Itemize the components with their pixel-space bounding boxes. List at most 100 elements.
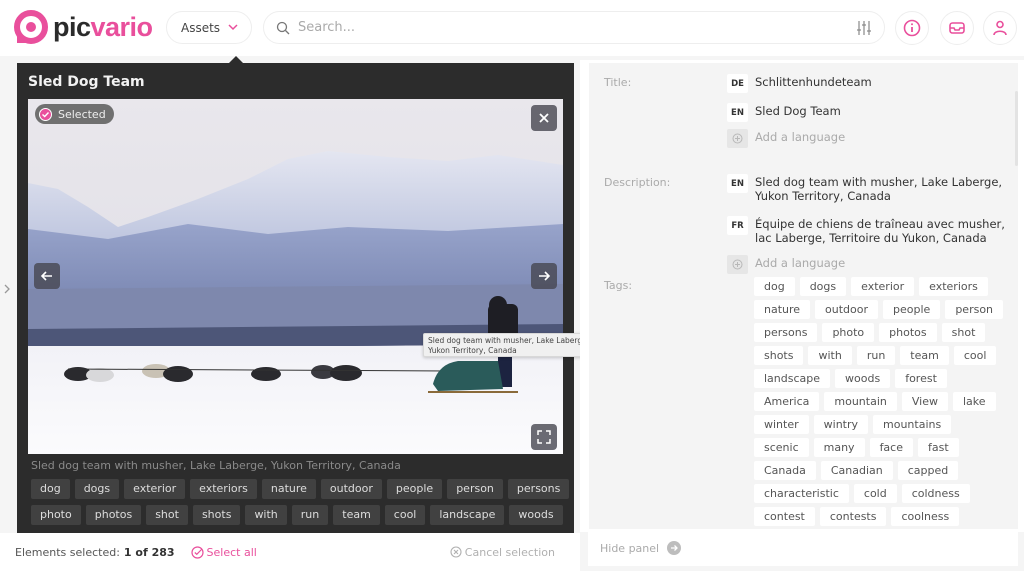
description-add-language[interactable]: Add a language — [727, 255, 845, 274]
add-language-label[interactable]: Add a language — [755, 256, 845, 270]
caption-tooltip: Sled dog team with musher, Lake Laberge,… — [423, 333, 597, 357]
add-language-button[interactable] — [727, 129, 748, 148]
language-badge: DE — [727, 74, 748, 93]
tag[interactable]: shot — [941, 323, 986, 342]
tag[interactable]: dog — [754, 277, 795, 296]
next-button[interactable] — [531, 263, 557, 289]
tag[interactable]: woods — [835, 369, 891, 388]
tag[interactable]: coldness — [901, 484, 970, 503]
search-input[interactable] — [298, 20, 838, 35]
tag[interactable]: run — [291, 505, 329, 525]
cancel-selection-label: Cancel selection — [464, 545, 555, 559]
tag-row: dog dogs exterior exteriors — [754, 277, 994, 296]
logo[interactable]: picvario — [14, 10, 153, 44]
tag[interactable]: dog — [31, 479, 70, 499]
description-value[interactable]: Équipe de chiens de traîneau avec musher… — [755, 217, 1005, 245]
add-language-label[interactable]: Add a language — [755, 130, 845, 144]
description-row-fr[interactable]: FR Équipe de chiens de traîneau avec mus… — [727, 216, 1005, 245]
description-row-en[interactable]: EN Sled dog team with musher, Lake Laber… — [727, 174, 1002, 203]
tag[interactable]: nature — [261, 479, 316, 499]
asset-title: Sled Dog Team — [28, 74, 145, 90]
tag[interactable]: photos — [879, 323, 937, 342]
tag[interactable]: shots — [192, 505, 241, 525]
tag[interactable]: outdoor — [320, 479, 382, 499]
tag[interactable]: many — [813, 438, 865, 457]
tag[interactable]: photo — [31, 505, 81, 525]
tag[interactable]: photos — [85, 505, 142, 525]
tag[interactable]: characteristic — [754, 484, 849, 503]
info-button[interactable] — [895, 11, 929, 45]
elements-selected-label: Elements selected: — [15, 545, 120, 559]
select-all-button[interactable]: Select all — [190, 546, 257, 559]
cancel-selection-button[interactable]: Cancel selection — [450, 546, 555, 559]
tag[interactable]: shots — [754, 346, 804, 365]
panel-scrollbar[interactable] — [1015, 91, 1018, 166]
tag[interactable]: Canada — [754, 461, 816, 480]
title-value[interactable]: Schlittenhundeteam — [755, 75, 872, 89]
tag[interactable]: contests — [819, 507, 887, 526]
tag[interactable]: Canadian — [820, 461, 893, 480]
assets-dropdown[interactable]: Assets — [166, 11, 252, 44]
tag[interactable]: scenic — [754, 438, 809, 457]
inbox-button[interactable] — [940, 11, 974, 45]
tag[interactable]: exteriors — [190, 479, 257, 499]
tag[interactable]: exterior — [124, 479, 186, 499]
tag[interactable]: wintry — [813, 415, 869, 434]
tag[interactable]: winter — [754, 415, 809, 434]
tag[interactable]: team — [900, 346, 949, 365]
description-value[interactable]: Sled dog team with musher, Lake Laberge,… — [755, 175, 1002, 203]
tag[interactable]: forest — [895, 369, 947, 388]
title-add-language[interactable]: Add a language — [727, 129, 845, 148]
tag[interactable]: people — [883, 300, 941, 319]
tag[interactable]: exterior — [851, 277, 915, 296]
asset-image[interactable]: AUGMENTED BY THE BATH Selected — [28, 99, 563, 454]
left-sidebar-toggle[interactable] — [0, 60, 17, 530]
hide-panel-button[interactable]: Hide panel — [600, 541, 682, 555]
tag[interactable]: persons — [754, 323, 818, 342]
tag[interactable]: mountains — [873, 415, 952, 434]
previous-button[interactable] — [34, 263, 60, 289]
tag[interactable]: America — [754, 392, 820, 411]
user-button[interactable] — [983, 11, 1017, 45]
description-line: lac Laberge, Territoire du Yukon, Canada — [755, 231, 987, 245]
title-row-en[interactable]: EN Sled Dog Team — [727, 103, 841, 122]
tag[interactable]: person — [945, 300, 1004, 319]
description-line: Yukon Territory, Canada — [755, 189, 891, 203]
tag[interactable]: lake — [952, 392, 996, 411]
tag[interactable]: contest — [754, 507, 815, 526]
tag[interactable]: with — [245, 505, 287, 525]
tag[interactable]: nature — [754, 300, 811, 319]
fullscreen-button[interactable] — [531, 424, 557, 450]
selected-badge[interactable]: Selected — [35, 104, 114, 124]
title-row-de[interactable]: DE Schlittenhundeteam — [727, 74, 872, 93]
tag[interactable]: mountain — [824, 392, 897, 411]
tag[interactable]: team — [333, 505, 380, 525]
tag[interactable]: run — [856, 346, 896, 365]
tag[interactable]: fast — [918, 438, 959, 457]
tag[interactable]: person — [447, 479, 503, 499]
close-button[interactable] — [531, 105, 557, 131]
tag[interactable]: capped — [897, 461, 959, 480]
tag[interactable]: coolness — [891, 507, 960, 526]
add-language-button[interactable] — [727, 255, 748, 274]
tag[interactable]: dogs — [74, 479, 120, 499]
tag[interactable]: shot — [146, 505, 188, 525]
tag[interactable]: cool — [384, 505, 426, 525]
tag[interactable]: persons — [507, 479, 570, 499]
tag[interactable]: cold — [853, 484, 897, 503]
tag[interactable]: dogs — [799, 277, 847, 296]
filter-icon[interactable] — [856, 19, 872, 37]
tag[interactable]: woods — [509, 505, 563, 525]
tag[interactable]: face — [869, 438, 913, 457]
tag[interactable]: photo — [822, 323, 875, 342]
tag[interactable]: View — [901, 392, 948, 411]
tag[interactable]: people — [386, 479, 443, 499]
tag[interactable]: landscape — [430, 505, 505, 525]
tag[interactable]: with — [808, 346, 852, 365]
description-line: Sled dog team with musher, Lake Laberge, — [755, 175, 1003, 189]
tag[interactable]: outdoor — [815, 300, 879, 319]
title-value[interactable]: Sled Dog Team — [755, 104, 841, 118]
tag[interactable]: exteriors — [919, 277, 988, 296]
tag[interactable]: cool — [953, 346, 997, 365]
tag[interactable]: landscape — [754, 369, 831, 388]
